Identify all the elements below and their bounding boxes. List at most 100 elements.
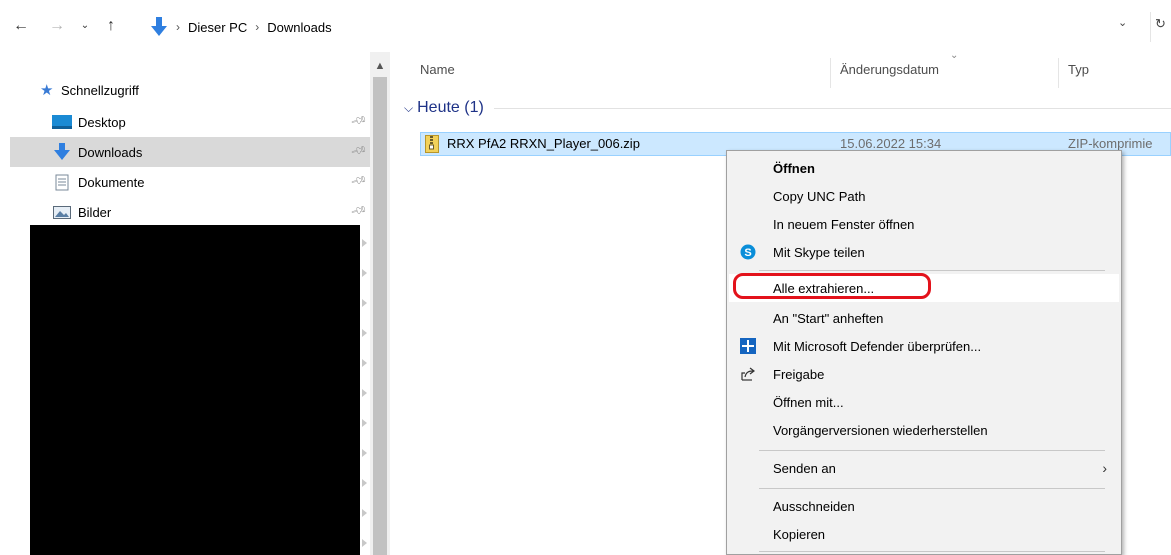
group-header-heute[interactable]: ⌵ Heute (1) (404, 99, 1171, 117)
sidebar-item-label: Schnellzugriff (61, 82, 139, 98)
chevron-right-icon[interactable] (362, 509, 367, 517)
arrow-left-icon: ← (13, 17, 29, 34)
chevron-right-icon[interactable] (362, 269, 367, 277)
menu-separator (759, 270, 1105, 271)
menu-item-share[interactable]: Freigabe (729, 360, 1119, 388)
menu-item-label: In neuem Fenster öffnen (773, 216, 915, 232)
pin-icon[interactable]: 📌︎ (350, 201, 369, 219)
star-icon: ★ (40, 82, 54, 99)
menu-item-label: Mit Skype teilen (773, 244, 865, 260)
tree-expanders (360, 225, 370, 555)
pin-icon[interactable]: 📌︎ (350, 171, 369, 189)
menu-item-restore-previous-versions[interactable]: Vorgängerversionen wiederherstellen (729, 416, 1119, 444)
menu-item-open-with[interactable]: Öffnen mit... (729, 388, 1119, 416)
back-button[interactable]: ← (10, 16, 32, 36)
chevron-right-icon[interactable] (362, 449, 367, 457)
menu-item-label: Vorgängerversionen wiederherstellen (773, 422, 988, 438)
skype-icon: S (739, 243, 757, 261)
sort-descending-icon: ⌄ (950, 50, 959, 61)
sidebar-item-label: Bilder (78, 204, 112, 220)
sidebar-item-label: Dokumente (78, 174, 145, 190)
chevron-right-icon: › (1102, 460, 1107, 476)
menu-separator (759, 450, 1105, 451)
chevron-right-icon[interactable] (362, 239, 367, 247)
chevron-up-icon[interactable]: ▲ (370, 60, 390, 72)
column-header-name[interactable]: Name (420, 62, 455, 82)
context-menu: Öffnen Copy UNC Path In neuem Fenster öf… (726, 150, 1122, 555)
navigation-pane: ★ Schnellzugriff Desktop 📌︎ Downloads 📌︎… (0, 52, 390, 555)
refresh-icon: ↻ (1155, 16, 1166, 31)
sidebar-item-quick-access[interactable]: ★ Schnellzugriff (40, 78, 139, 102)
group-title: Heute (1) (417, 99, 484, 116)
menu-separator (759, 551, 1105, 552)
sidebar-item-desktop[interactable]: Desktop 📌︎ (10, 107, 370, 137)
menu-item-pin-to-start[interactable]: An "Start" anheften (729, 304, 1119, 332)
chevron-right-icon[interactable] (362, 539, 367, 547)
breadcrumb[interactable]: › Dieser PC › Downloads (150, 16, 332, 38)
address-dropdown-button[interactable]: ⌄ (1118, 16, 1127, 38)
menu-item-label: Freigabe (773, 366, 825, 382)
menu-item-label: Öffnen (773, 160, 815, 176)
chevron-down-icon: ⌄ (80, 20, 90, 31)
menu-item-cut[interactable]: Ausschneiden (729, 492, 1119, 520)
chevron-right-icon[interactable] (362, 329, 367, 337)
download-arrow-icon (151, 17, 167, 36)
menu-item-send-to[interactable]: Senden an › (729, 454, 1119, 482)
annotation-highlight-ring (733, 273, 931, 299)
arrow-right-icon: → (49, 17, 65, 34)
breadcrumb-dieser-pc[interactable]: Dieser PC (188, 20, 247, 35)
nav-scrollbar[interactable]: ▲ (370, 52, 390, 555)
download-arrow-icon (52, 143, 72, 161)
menu-item-copy-unc-path[interactable]: Copy UNC Path (729, 182, 1119, 210)
chevron-right-icon[interactable] (362, 419, 367, 427)
address-bar: ← → ⌄ ↑ › Dieser PC › Downloads ⌄ ↻ (0, 0, 1171, 52)
chevron-right-icon[interactable] (362, 389, 367, 397)
sidebar-item-label: Desktop (78, 114, 126, 130)
document-icon (52, 173, 72, 191)
group-divider (493, 107, 1171, 109)
column-header-date[interactable]: Änderungsdatum (840, 62, 939, 82)
share-icon (739, 365, 757, 383)
menu-item-open-new-window[interactable]: In neuem Fenster öffnen (729, 210, 1119, 238)
pictures-icon (52, 203, 72, 221)
arrow-up-icon: ↑ (107, 17, 115, 34)
defender-shield-icon (739, 337, 757, 355)
sidebar-item-downloads[interactable]: Downloads 📌︎ (10, 137, 370, 167)
breadcrumb-separator: › (255, 20, 260, 34)
file-date: 15.06.2022 15:34 (840, 136, 942, 151)
scrollbar-thumb[interactable] (373, 77, 387, 555)
divider (1150, 12, 1151, 42)
zip-folder-icon (425, 135, 439, 153)
column-separator[interactable] (830, 58, 831, 88)
chevron-right-icon[interactable] (362, 479, 367, 487)
column-header-type[interactable]: Typ (1068, 62, 1089, 82)
forward-button[interactable]: → (46, 16, 68, 36)
file-name: RRX PfA2 RRXN_Player_006.zip (447, 136, 640, 151)
menu-item-share-skype[interactable]: S Mit Skype teilen (729, 238, 1119, 266)
pin-icon[interactable]: 📌︎ (350, 111, 369, 129)
sidebar-item-bilder[interactable]: Bilder 📌︎ (10, 197, 370, 227)
chevron-down-icon[interactable]: ⌵ (404, 101, 413, 116)
menu-item-defender-scan[interactable]: Mit Microsoft Defender überprüfen... (729, 332, 1119, 360)
refresh-button[interactable]: ↻ (1155, 16, 1166, 38)
recent-locations-button[interactable]: ⌄ (74, 16, 96, 36)
menu-item-label: Copy UNC Path (773, 188, 866, 204)
svg-text:S: S (744, 247, 751, 259)
sidebar-item-dokumente[interactable]: Dokumente 📌︎ (10, 167, 370, 197)
menu-item-copy[interactable]: Kopieren (729, 520, 1119, 548)
chevron-right-icon[interactable] (362, 359, 367, 367)
desktop-icon (52, 113, 72, 131)
up-button[interactable]: ↑ (100, 16, 122, 36)
pin-icon[interactable]: 📌︎ (350, 141, 369, 159)
column-separator[interactable] (1058, 58, 1059, 88)
menu-item-label: Kopieren (773, 526, 826, 542)
menu-item-label: An "Start" anheften (773, 310, 884, 326)
sidebar-item-label: Downloads (78, 144, 143, 160)
breadcrumb-separator: › (176, 20, 180, 34)
menu-item-open[interactable]: Öffnen (729, 154, 1119, 182)
breadcrumb-downloads[interactable]: Downloads (267, 20, 331, 35)
menu-item-label: Mit Microsoft Defender überprüfen... (773, 338, 982, 354)
menu-item-label: Öffnen mit... (773, 394, 844, 410)
column-header-label: Änderungsdatum (840, 62, 940, 77)
chevron-right-icon[interactable] (362, 299, 367, 307)
